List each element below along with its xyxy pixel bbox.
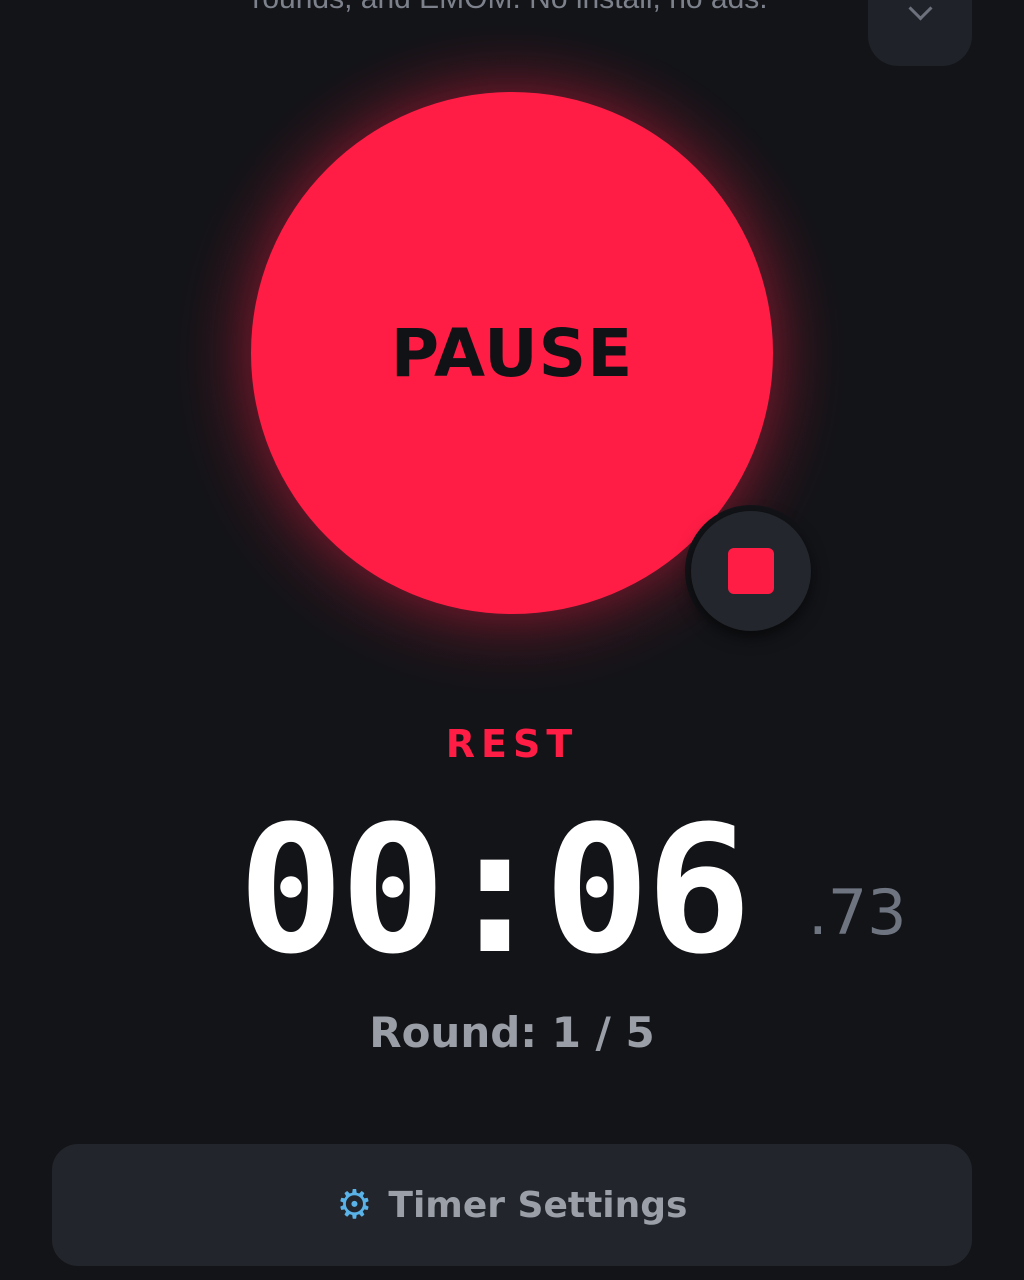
timer-screen: rounds, and EMOM. No install, no ads. PA…: [0, 0, 1024, 1280]
stop-icon: [728, 548, 774, 594]
pause-button-label: PAUSE: [390, 314, 634, 392]
timer-settings-button[interactable]: ⚙ Timer Settings: [52, 1144, 972, 1266]
stop-button[interactable]: [685, 505, 817, 637]
gear-icon: ⚙: [336, 1182, 373, 1228]
timer-settings-label: Timer Settings: [388, 1184, 688, 1226]
menu-toggle-button[interactable]: [868, 0, 972, 66]
stop-button-face: [691, 511, 811, 631]
time-fraction: .73: [808, 876, 907, 949]
phase-label: REST: [445, 722, 579, 766]
page-subtitle: rounds, and EMOM. No install, no ads.: [170, 0, 850, 16]
time-display: 00:06: [238, 788, 752, 993]
chevron-down-icon: [908, 0, 933, 21]
round-counter: Round: 1 / 5: [369, 1008, 655, 1057]
